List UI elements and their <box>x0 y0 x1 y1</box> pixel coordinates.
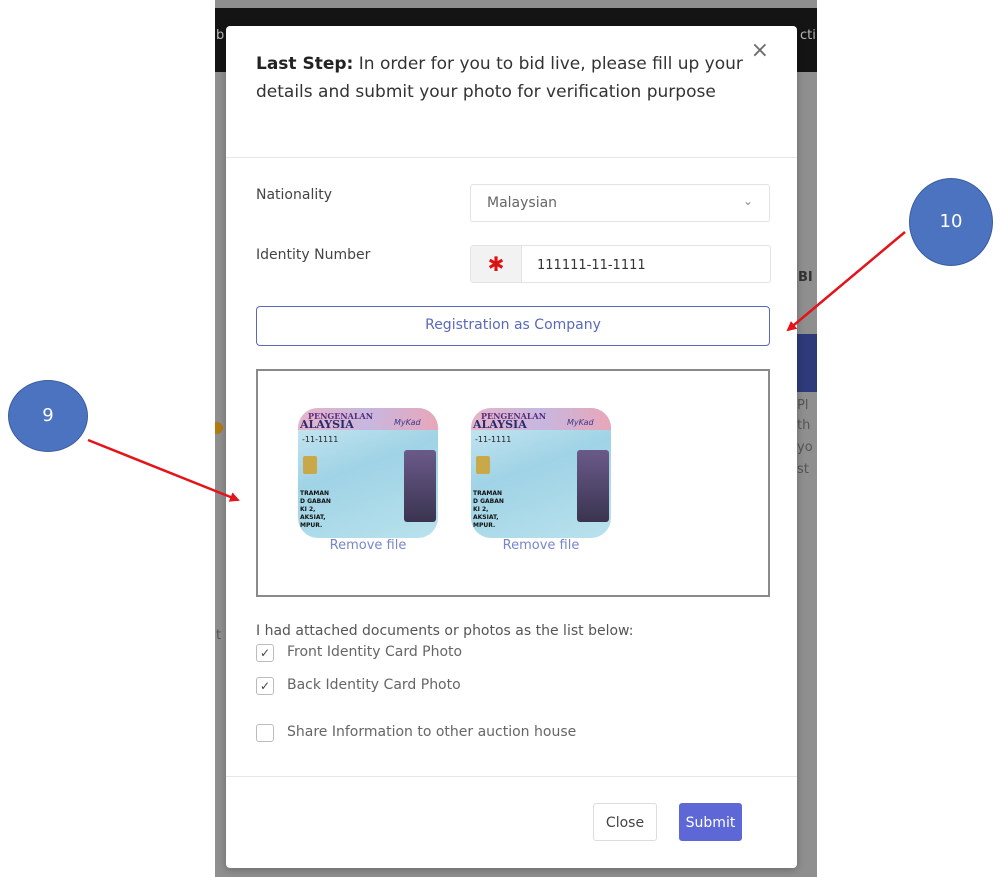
annotation-arrows <box>87 231 906 502</box>
annotation-badge-9: 9 <box>8 380 88 452</box>
arrow-to-dropzone <box>87 438 240 502</box>
annotation-badge-10: 10 <box>909 178 993 266</box>
arrow-to-company-button <box>786 231 906 332</box>
